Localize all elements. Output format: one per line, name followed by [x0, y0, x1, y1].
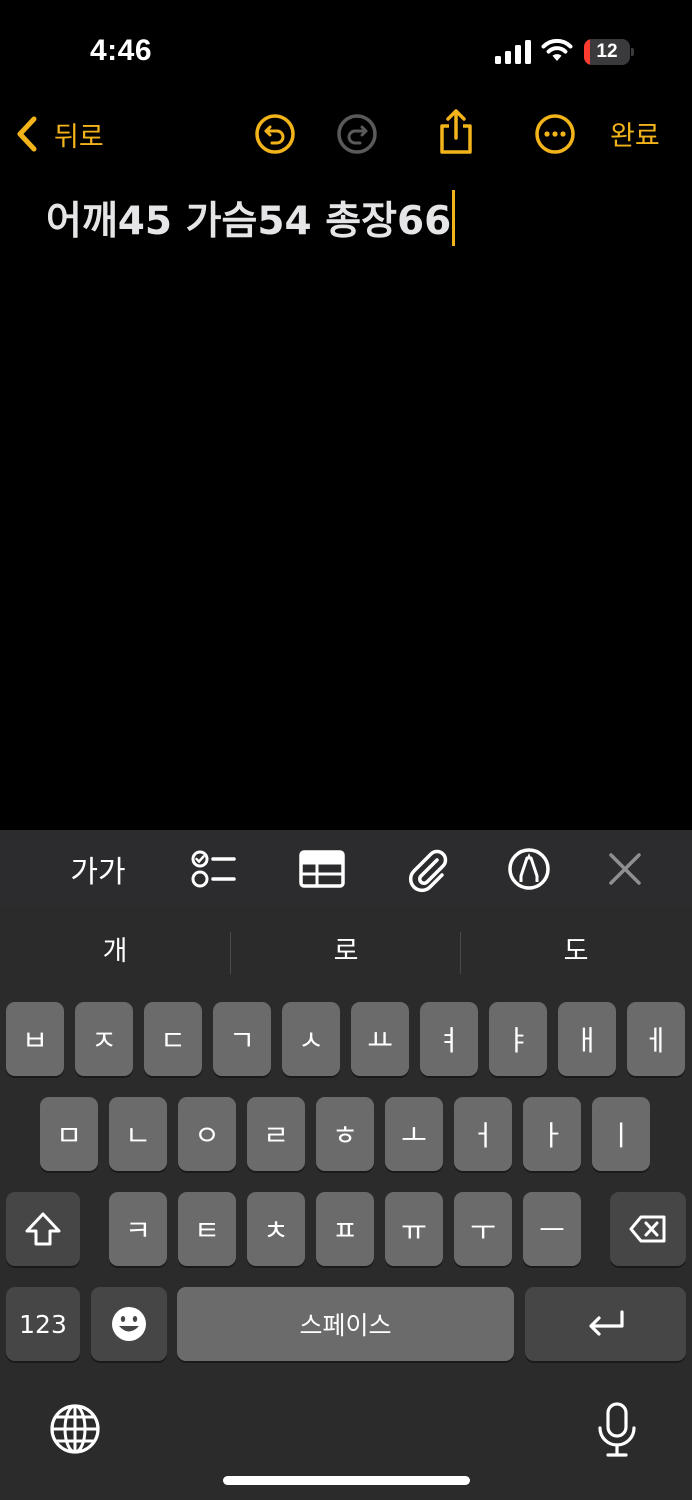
- keyboard: 개 로 도 ㅂ ㅈ ㄷ ㄱ ㅅ ㅛ ㅕ ㅑ ㅐ ㅔ ㅁ ㄴ ㅇ ㄹ ㅎ ㅗ ㅓ …: [0, 908, 692, 1500]
- key[interactable]: ㅁ: [40, 1097, 98, 1171]
- key[interactable]: ㅗ: [385, 1097, 443, 1171]
- return-key[interactable]: [525, 1287, 686, 1361]
- undo-button[interactable]: [253, 112, 297, 156]
- markup-button[interactable]: [504, 845, 554, 893]
- return-icon: [588, 1310, 624, 1336]
- back-label: 뒤로: [54, 121, 104, 153]
- key[interactable]: ㅅ: [282, 1002, 340, 1076]
- share-icon: [440, 109, 472, 154]
- note-text: 어깨45 가슴54 총장66: [46, 199, 452, 244]
- delete-key[interactable]: [610, 1192, 686, 1266]
- key[interactable]: ㅇ: [178, 1097, 236, 1171]
- undo-icon: [255, 114, 295, 154]
- key[interactable]: ㄷ: [144, 1002, 202, 1076]
- key[interactable]: ㅐ: [558, 1002, 616, 1076]
- checklist-button[interactable]: [187, 845, 237, 893]
- cellular-signal-icon: [495, 40, 533, 64]
- delete-icon: [629, 1215, 666, 1243]
- text-style-label: 가가: [70, 855, 126, 890]
- key[interactable]: ㅌ: [178, 1192, 236, 1266]
- table-icon: [299, 850, 345, 888]
- text-style-button[interactable]: 가가: [68, 845, 128, 893]
- status-time: 4:46: [90, 34, 153, 67]
- numbers-key[interactable]: 123: [6, 1287, 80, 1361]
- suggestion-item[interactable]: 도: [461, 908, 691, 996]
- battery-icon: 12: [584, 39, 634, 65]
- key[interactable]: ㅛ: [351, 1002, 409, 1076]
- redo-icon: [337, 114, 377, 154]
- key[interactable]: ㅍ: [316, 1192, 374, 1266]
- done-button[interactable]: 완료: [610, 114, 660, 153]
- key[interactable]: ㅜ: [454, 1192, 512, 1266]
- key[interactable]: ㅓ: [454, 1097, 512, 1171]
- paperclip-icon: [408, 849, 448, 893]
- key[interactable]: ㅏ: [523, 1097, 581, 1171]
- note-editor[interactable]: 어깨45 가슴54 총장66: [0, 180, 692, 830]
- shift-icon: [25, 1212, 61, 1246]
- close-toolbar-button[interactable]: [600, 845, 650, 893]
- key[interactable]: ㅈ: [75, 1002, 133, 1076]
- close-icon: [609, 853, 641, 885]
- key[interactable]: ㅔ: [627, 1002, 685, 1076]
- redo-button[interactable]: [335, 112, 379, 156]
- suggestion-bar: 개 로 도: [0, 908, 692, 996]
- more-button[interactable]: [533, 112, 577, 156]
- key[interactable]: ㅑ: [489, 1002, 547, 1076]
- key[interactable]: ㄴ: [109, 1097, 167, 1171]
- key[interactable]: ㅕ: [420, 1002, 478, 1076]
- format-toolbar: 가가: [0, 830, 692, 908]
- navigation-bar: 뒤로 완료: [0, 100, 692, 170]
- key[interactable]: ㄱ: [213, 1002, 271, 1076]
- microphone-icon: [598, 1402, 636, 1457]
- emoji-icon: [112, 1307, 146, 1341]
- shift-key[interactable]: [6, 1192, 80, 1266]
- home-indicator[interactable]: [223, 1476, 470, 1485]
- table-button[interactable]: [297, 845, 347, 893]
- chevron-left-icon: [17, 116, 37, 152]
- suggestion-item[interactable]: 개: [0, 908, 230, 996]
- more-icon: [535, 114, 575, 154]
- dictation-button[interactable]: [594, 1402, 640, 1458]
- note-body[interactable]: 어깨45 가슴54 총장66: [46, 190, 456, 246]
- key[interactable]: ㅊ: [247, 1192, 305, 1266]
- text-cursor: [452, 190, 456, 246]
- space-key[interactable]: 스페이스: [177, 1287, 514, 1361]
- key[interactable]: ㅎ: [316, 1097, 374, 1171]
- key[interactable]: ㅣ: [592, 1097, 650, 1171]
- markup-pen-icon: [508, 848, 550, 890]
- back-button[interactable]: 뒤로: [14, 112, 104, 156]
- key[interactable]: ㅋ: [109, 1192, 167, 1266]
- share-button[interactable]: [434, 108, 478, 154]
- suggestion-item[interactable]: 로: [231, 908, 461, 996]
- globe-button[interactable]: [48, 1402, 102, 1456]
- key[interactable]: ㄹ: [247, 1097, 305, 1171]
- key[interactable]: ㅠ: [385, 1192, 443, 1266]
- status-bar: 4:46 12: [0, 0, 692, 100]
- key[interactable]: ㅡ: [523, 1192, 581, 1266]
- globe-icon: [50, 1404, 100, 1454]
- attachment-button[interactable]: [403, 845, 453, 893]
- checklist-icon: [191, 850, 236, 888]
- battery-level: 12: [596, 41, 618, 62]
- wifi-icon: [540, 37, 574, 63]
- emoji-key[interactable]: [91, 1287, 167, 1361]
- key[interactable]: ㅂ: [6, 1002, 64, 1076]
